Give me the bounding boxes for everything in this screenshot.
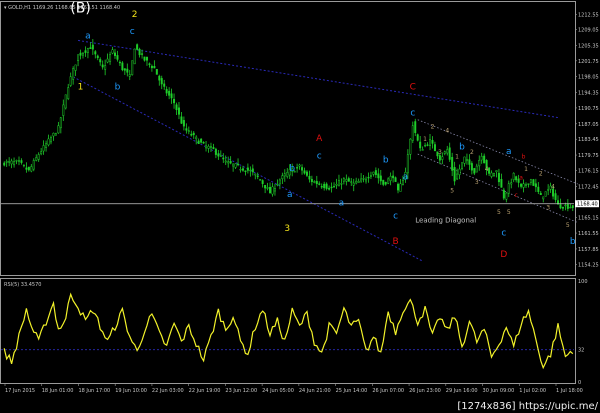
wave-label: c bbox=[410, 108, 415, 118]
wave-label: b bbox=[522, 153, 526, 160]
time-tick-label: 17 Jun 2015 bbox=[5, 388, 35, 394]
watermark: [1274x836] https://upic.me/ bbox=[457, 401, 598, 412]
wave-label: 4 bbox=[485, 166, 489, 173]
wave-label: b bbox=[570, 237, 576, 247]
wave-label: (B) bbox=[70, 1, 91, 17]
price-tick-label: 1161.55 bbox=[578, 231, 599, 237]
rsi-tick-label: 0 bbox=[578, 380, 581, 386]
rsi-header: RSI(5) 33.4570 bbox=[4, 282, 41, 288]
wave-label: 3 bbox=[438, 149, 442, 156]
wave-label: 1 bbox=[524, 166, 528, 173]
time-tick-label: 26 Jun 07:00 bbox=[372, 388, 404, 394]
price-tick-label: 1157.85 bbox=[578, 247, 599, 253]
candle bbox=[133, 48, 136, 65]
wave-label: D bbox=[500, 250, 507, 260]
wave-label: 2 bbox=[431, 123, 435, 130]
chart-window: ▾ GOLD,H1 1169.26 1168.65 1167.51 1168.4… bbox=[0, 0, 600, 413]
time-tick-label: 25 Jun 14:00 bbox=[336, 388, 368, 394]
wave-label: b bbox=[289, 164, 295, 174]
price-tick-label: 1165.15 bbox=[578, 216, 599, 222]
price-tick-label: 1205.35 bbox=[578, 43, 599, 49]
wave-label: 3 bbox=[546, 205, 550, 212]
time-tick-label: 22 Jun 19:00 bbox=[189, 388, 221, 394]
time-tick-label: 18 Jun 01:00 bbox=[42, 388, 74, 394]
rsi-tick-label: 100 bbox=[578, 279, 588, 285]
wave-label: 5 bbox=[566, 222, 570, 229]
candle bbox=[544, 191, 547, 197]
price-tick-label: 1212.55 bbox=[578, 13, 599, 19]
wave-label: 1 bbox=[78, 83, 84, 93]
wave-label: B bbox=[392, 237, 398, 247]
candle bbox=[416, 133, 419, 142]
wave-label: a bbox=[339, 198, 345, 208]
wave-label: 3 bbox=[475, 179, 479, 186]
time-tick-label: 24 Jun 05:00 bbox=[262, 388, 294, 394]
wave-label: b bbox=[383, 156, 389, 166]
price-tick-label: 1187.05 bbox=[578, 122, 599, 128]
time-tick-label: 22 Jun 03:00 bbox=[152, 388, 184, 394]
price-tick-label: 1172.45 bbox=[578, 184, 599, 190]
time-tick-label: 26 Jun 23:00 bbox=[409, 388, 441, 394]
chart-background bbox=[0, 0, 600, 413]
candle bbox=[532, 178, 535, 186]
candle bbox=[64, 94, 67, 110]
candle bbox=[131, 60, 134, 76]
wave-label: c bbox=[501, 228, 506, 238]
candle bbox=[155, 68, 158, 75]
price-tick-label: 1198.05 bbox=[578, 75, 599, 81]
price-tick-label: 1190.75 bbox=[578, 106, 599, 112]
time-tick-label: 29 Jun 16:00 bbox=[446, 388, 478, 394]
price-tick-label: 1183.45 bbox=[578, 137, 599, 143]
time-tick-label: 18 Jun 17:00 bbox=[78, 388, 110, 394]
time-tick-label: 1 Jul 18:00 bbox=[556, 388, 583, 394]
wave-label: c bbox=[393, 211, 398, 221]
wave-label: 3 bbox=[284, 224, 290, 234]
wave-label: a bbox=[506, 147, 512, 157]
wave-label: b bbox=[115, 83, 121, 93]
price-tick-label: 1194.35 bbox=[578, 91, 599, 97]
wave-label: C bbox=[410, 83, 416, 93]
wave-label: b bbox=[459, 143, 465, 153]
time-tick-label: 24 Jun 21:00 bbox=[299, 388, 331, 394]
wave-label: 5 bbox=[497, 209, 501, 216]
wave-label: a bbox=[85, 31, 91, 41]
wave-label: 1 bbox=[423, 136, 427, 143]
wave-label: 4 bbox=[445, 128, 449, 135]
wave-label: 2 bbox=[132, 10, 138, 20]
price-tick-label: 1209.05 bbox=[578, 28, 599, 34]
wave-label: a bbox=[403, 173, 409, 183]
current-price-label: 1168.40 bbox=[577, 202, 598, 208]
candle bbox=[259, 179, 262, 181]
wave-label: 5 bbox=[450, 188, 454, 195]
wave-label: 4 bbox=[551, 183, 555, 190]
wave-label: Leading Diagonal bbox=[415, 217, 476, 225]
time-tick-label: 30 Jun 09:00 bbox=[483, 388, 515, 394]
wave-label: 1 bbox=[455, 153, 459, 160]
wave-label: 2 bbox=[539, 170, 543, 177]
wave-label: a bbox=[287, 190, 293, 200]
wave-label: c bbox=[515, 192, 518, 199]
rsi-tick-label: 32 bbox=[578, 348, 584, 354]
svg-text:▾ GOLD,H1 1169.26 1168.65 1167: ▾ GOLD,H1 1169.26 1168.65 1167.51 1168.4… bbox=[4, 5, 120, 11]
candle bbox=[121, 61, 124, 72]
price-tick-label: 1154.25 bbox=[578, 262, 599, 268]
time-tick-label: 23 Jun 12:00 bbox=[225, 388, 257, 394]
wave-label: c bbox=[317, 151, 322, 161]
price-tick-label: 1201.75 bbox=[578, 59, 599, 65]
price-tick-label: 1179.75 bbox=[578, 153, 599, 159]
wave-label: a bbox=[519, 175, 523, 182]
wave-label: 5 bbox=[507, 209, 511, 216]
symbol-timeframe: GOLD,H1 bbox=[8, 5, 31, 11]
time-tick-label: 1 Jul 02:00 bbox=[519, 388, 546, 394]
wave-label: 2 bbox=[470, 149, 474, 156]
price-tick-label: 1176.15 bbox=[578, 169, 599, 175]
time-tick-label: 19 Jun 10:00 bbox=[115, 388, 147, 394]
wave-label: c bbox=[130, 27, 135, 37]
wave-label: A bbox=[316, 134, 323, 144]
candle bbox=[136, 43, 139, 51]
